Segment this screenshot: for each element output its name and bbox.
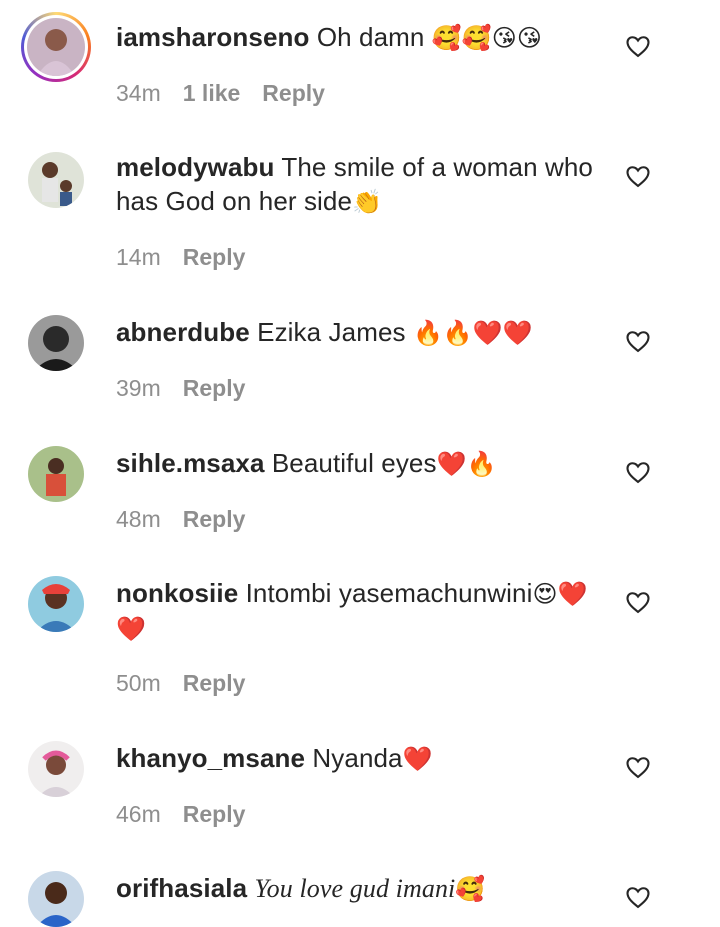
heart-icon[interactable] [624, 753, 652, 781]
heart-icon[interactable] [624, 588, 652, 616]
heart-icon[interactable] [624, 32, 652, 60]
comment-username[interactable]: khanyo_msane [116, 743, 305, 773]
reply-button[interactable]: Reply [183, 670, 246, 697]
reply-button[interactable]: Reply [183, 506, 246, 533]
avatar[interactable] [28, 446, 84, 502]
comment-username[interactable]: abnerdube [116, 317, 250, 347]
emoji-group: 👏 [352, 188, 383, 216]
avatar[interactable] [28, 576, 84, 632]
comment-body: Ezika James [257, 317, 413, 347]
comment-meta: 39m Reply [116, 375, 245, 402]
comment-time: 14m [116, 244, 161, 270]
emoji-group: ❤️🔥 [436, 450, 497, 478]
comment-meta: 48m Reply [116, 506, 245, 533]
avatar[interactable] [28, 315, 84, 371]
reply-button[interactable]: Reply [183, 801, 246, 828]
comment-text: khanyo_msane Nyanda❤️ [116, 741, 606, 776]
comment-username[interactable]: sihle.msaxa [116, 448, 265, 478]
avatar[interactable] [28, 741, 84, 797]
comment-username[interactable]: melodywabu [116, 152, 274, 182]
emoji-group: 🥰🥰😘😘 [431, 24, 543, 52]
comment-meta: 34m 1 like Reply [116, 80, 325, 107]
comment-text: melodywabu The smile of a woman who has … [116, 150, 606, 219]
comment-time: 50m [116, 670, 161, 696]
heart-icon[interactable] [624, 458, 652, 486]
avatar[interactable] [28, 871, 84, 927]
comment-text: orifhasiala You love gud imani🥰 [116, 871, 606, 906]
comment-text: sihle.msaxa Beautiful eyes❤️🔥 [116, 446, 606, 481]
likes-count[interactable]: 1 like [183, 80, 241, 107]
comment-body: Intombi yasemachunwini [245, 578, 533, 608]
comment-text: abnerdube Ezika James 🔥🔥❤️❤️ [116, 315, 606, 350]
emoji-group: 🥰 [455, 875, 486, 903]
comment-meta: 46m Reply [116, 801, 245, 828]
comment-time: 39m [116, 375, 161, 401]
avatar[interactable] [28, 152, 84, 208]
reply-button[interactable]: Reply [183, 375, 246, 402]
comment-body: Nyanda [312, 743, 403, 773]
comment-text: nonkosiie Intombi yasemachunwini😍❤️❤️ [116, 576, 606, 646]
comment-body: Oh damn [316, 22, 432, 52]
comment-body: You love gud imani [254, 874, 456, 903]
reply-button[interactable]: Reply [183, 244, 246, 271]
comment-meta: 50m Reply [116, 670, 245, 697]
comment-username[interactable]: iamsharonseno [116, 22, 309, 52]
avatar-story-ring[interactable] [21, 12, 91, 82]
comment-meta: 14m Reply [116, 244, 245, 271]
emoji-group: ❤️ [402, 745, 433, 773]
comment-time: 46m [116, 801, 161, 827]
comment-time: 48m [116, 506, 161, 532]
heart-icon[interactable] [624, 883, 652, 911]
comment-body: Beautiful eyes [271, 448, 437, 478]
reply-button[interactable]: Reply [262, 80, 325, 107]
comment-username[interactable]: nonkosiie [116, 578, 238, 608]
comment-time: 34m [116, 80, 161, 106]
comment-username[interactable]: orifhasiala [116, 873, 247, 903]
heart-icon[interactable] [624, 162, 652, 190]
heart-icon[interactable] [624, 327, 652, 355]
comment-text: iamsharonseno Oh damn 🥰🥰😘😘 [116, 20, 606, 55]
emoji-group: 🔥🔥❤️❤️ [412, 319, 533, 347]
avatar [27, 18, 85, 76]
